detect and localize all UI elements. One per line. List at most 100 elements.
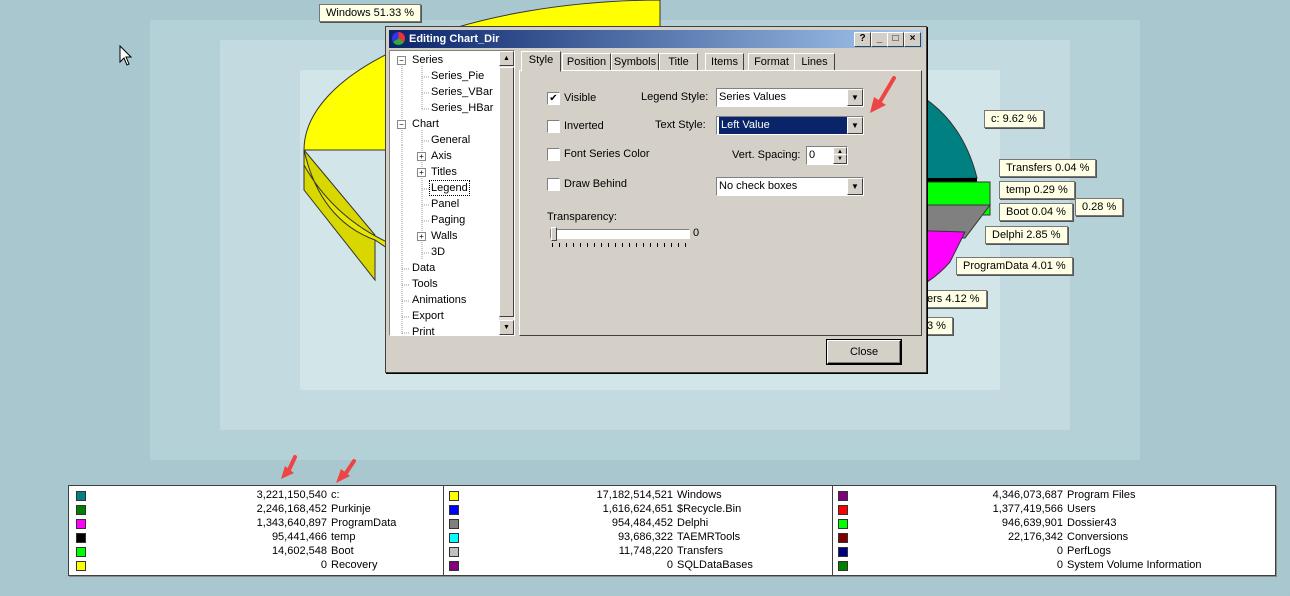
vert-spacing-value: 0 [809,149,816,161]
text-style-select[interactable]: Left Value ▼ [716,116,864,135]
transparency-label: Transparency: [547,211,617,223]
legend-value: 0 [320,559,327,571]
pie-label-other: 0.28 % [1075,198,1124,216]
tree-scrollbar[interactable]: ▲ ▼ [499,51,514,335]
dropdown-arrow-icon[interactable]: ▼ [847,117,863,134]
dropdown-arrow-icon[interactable]: ▼ [847,89,863,106]
tree-item-walls[interactable]: Walls [430,229,458,243]
tree-item-series[interactable]: Series [411,53,444,67]
close-button[interactable]: Close [827,340,901,364]
legend-value: 17,182,514,521 [596,489,673,501]
legend-value: 3,221,150,540 [256,489,327,501]
legend-value: 946,639,901 [1001,517,1063,529]
close-window-button[interactable]: × [904,32,921,47]
tree-collapse-series[interactable]: − [397,56,406,65]
legend-item: 95,441,466 temp [76,530,436,544]
pie-label-c: c: 9.62 % [984,110,1044,128]
spin-down-arrow-icon[interactable]: ▼ [833,154,847,164]
editing-chart-dialog: Editing Chart_Dir ? _ □ × − Series Serie… [385,26,927,373]
tree-item-export[interactable]: Export [411,309,445,323]
tab-lines[interactable]: Lines [794,53,835,71]
font-series-color-checkbox[interactable] [547,148,560,161]
legend-item: 0 System Volume Information [838,558,1268,572]
legend-label: Delphi [677,517,709,529]
font-series-color-label: Font Series Color [564,148,650,160]
tab-items[interactable]: Items [705,53,744,71]
legend-item: 22,176,342 Conversions [838,530,1268,544]
tab-title[interactable]: Title [659,53,698,71]
legend-style-label: Legend Style: [641,91,709,103]
draw-behind-checkbox[interactable] [547,178,560,191]
legend-column-3: 4,346,073,687 Program Files 1,377,419,56… [832,486,1275,575]
scroll-up-arrow-icon[interactable]: ▲ [499,51,514,66]
legend-style-select[interactable]: Series Values ▼ [716,88,864,107]
legend-item: 1,616,624,651 $Recycle.Bin [449,502,829,516]
tree-item-legend[interactable]: Legend [429,180,470,196]
tab-format[interactable]: Format [748,53,795,71]
slider-ticks [552,243,688,247]
pie-label-boot: Boot 0.04 % [999,203,1073,221]
visible-checkbox[interactable]: ✔ [547,92,560,105]
legend-item: 946,639,901 Dossier43 [838,516,1268,530]
legend-label: Recovery [331,559,378,571]
scroll-thumb[interactable] [499,67,514,317]
tab-position[interactable]: Position [562,53,611,71]
tree-item-series-vbar[interactable]: Series_VBar [430,85,494,99]
tab-symbols[interactable]: Symbols [611,53,659,71]
tree-item-animations[interactable]: Animations [411,293,467,307]
legend-item: 14,602,548 Boot [76,544,436,558]
red-arrow-annotation-icon [336,459,356,483]
legend-label: Conversions [1067,531,1129,543]
tree-item-general[interactable]: General [430,133,471,147]
tree-item-tools[interactable]: Tools [411,277,439,291]
legend-item: 4,346,073,687 Program Files [838,488,1268,502]
scroll-down-arrow-icon[interactable]: ▼ [499,320,514,335]
dialog-titlebar[interactable]: Editing Chart_Dir ? _ □ × [389,30,923,48]
legend-value: 1,377,419,566 [992,503,1063,515]
dropdown-arrow-icon[interactable]: ▼ [847,178,863,195]
legend-value: 954,484,452 [611,517,673,529]
tree-item-panel[interactable]: Panel [430,197,460,211]
legend-item: 11,748,220 Transfers [449,544,829,558]
vert-spacing-input[interactable]: 0 ▲ ▼ [806,146,848,165]
pie-label-delphi: Delphi 2.85 % [985,226,1068,244]
tree-expand-walls[interactable]: + [417,232,426,241]
tree-expand-axis[interactable]: + [417,152,426,161]
tree-item-series-pie[interactable]: Series_Pie [430,69,485,83]
tree-item-data[interactable]: Data [411,261,436,275]
legend-label: Dossier43 [1067,517,1117,529]
tree-item-chart[interactable]: Chart [411,117,440,131]
dialog-title: Editing Chart_Dir [409,33,500,45]
tree-collapse-chart[interactable]: − [397,120,406,129]
text-style-value: Left Value [719,117,851,134]
maximize-button[interactable]: □ [887,32,904,47]
legend-label: Program Files [1067,489,1136,501]
transparency-slider-thumb[interactable] [551,227,557,241]
chart-legend: 3,221,150,540 c: 2,246,168,452 Purkinje … [68,485,1276,576]
tree-item-axis[interactable]: Axis [430,149,453,163]
legend-value: 2,246,168,452 [256,503,327,515]
tree-item-paging[interactable]: Paging [430,213,466,227]
legend-column-2: 17,182,514,521 Windows 1,616,624,651 $Re… [443,486,833,575]
legend-label: TAEMRTools [677,531,741,543]
legend-item: 93,686,322 TAEMRTools [449,530,829,544]
pie-label-windows: Windows 51.33 % [319,4,422,22]
tree-item-3d[interactable]: 3D [430,245,446,259]
tree-expand-titles[interactable]: + [417,168,426,177]
inverted-checkbox[interactable] [547,120,560,133]
help-button[interactable]: ? [854,32,871,47]
legend-label: Users [1067,503,1096,515]
tree-item-titles[interactable]: Titles [430,165,458,179]
tree-item-print[interactable]: Print [411,325,436,335]
checkbox-style-select[interactable]: No check boxes ▼ [716,177,864,196]
legend-label: $Recycle.Bin [677,503,742,515]
tree-item-series-hbar[interactable]: Series_HBar [430,101,494,115]
minimize-button[interactable]: _ [871,32,888,47]
legend-item: 1,343,640,897 ProgramData [76,516,436,530]
legend-item: 0 PerfLogs [838,544,1268,558]
tab-style[interactable]: Style [521,51,561,72]
transparency-slider[interactable] [550,227,690,241]
legend-label: Boot [331,545,354,557]
transparency-value: 0 [693,227,700,239]
visible-label: Visible [564,92,597,104]
